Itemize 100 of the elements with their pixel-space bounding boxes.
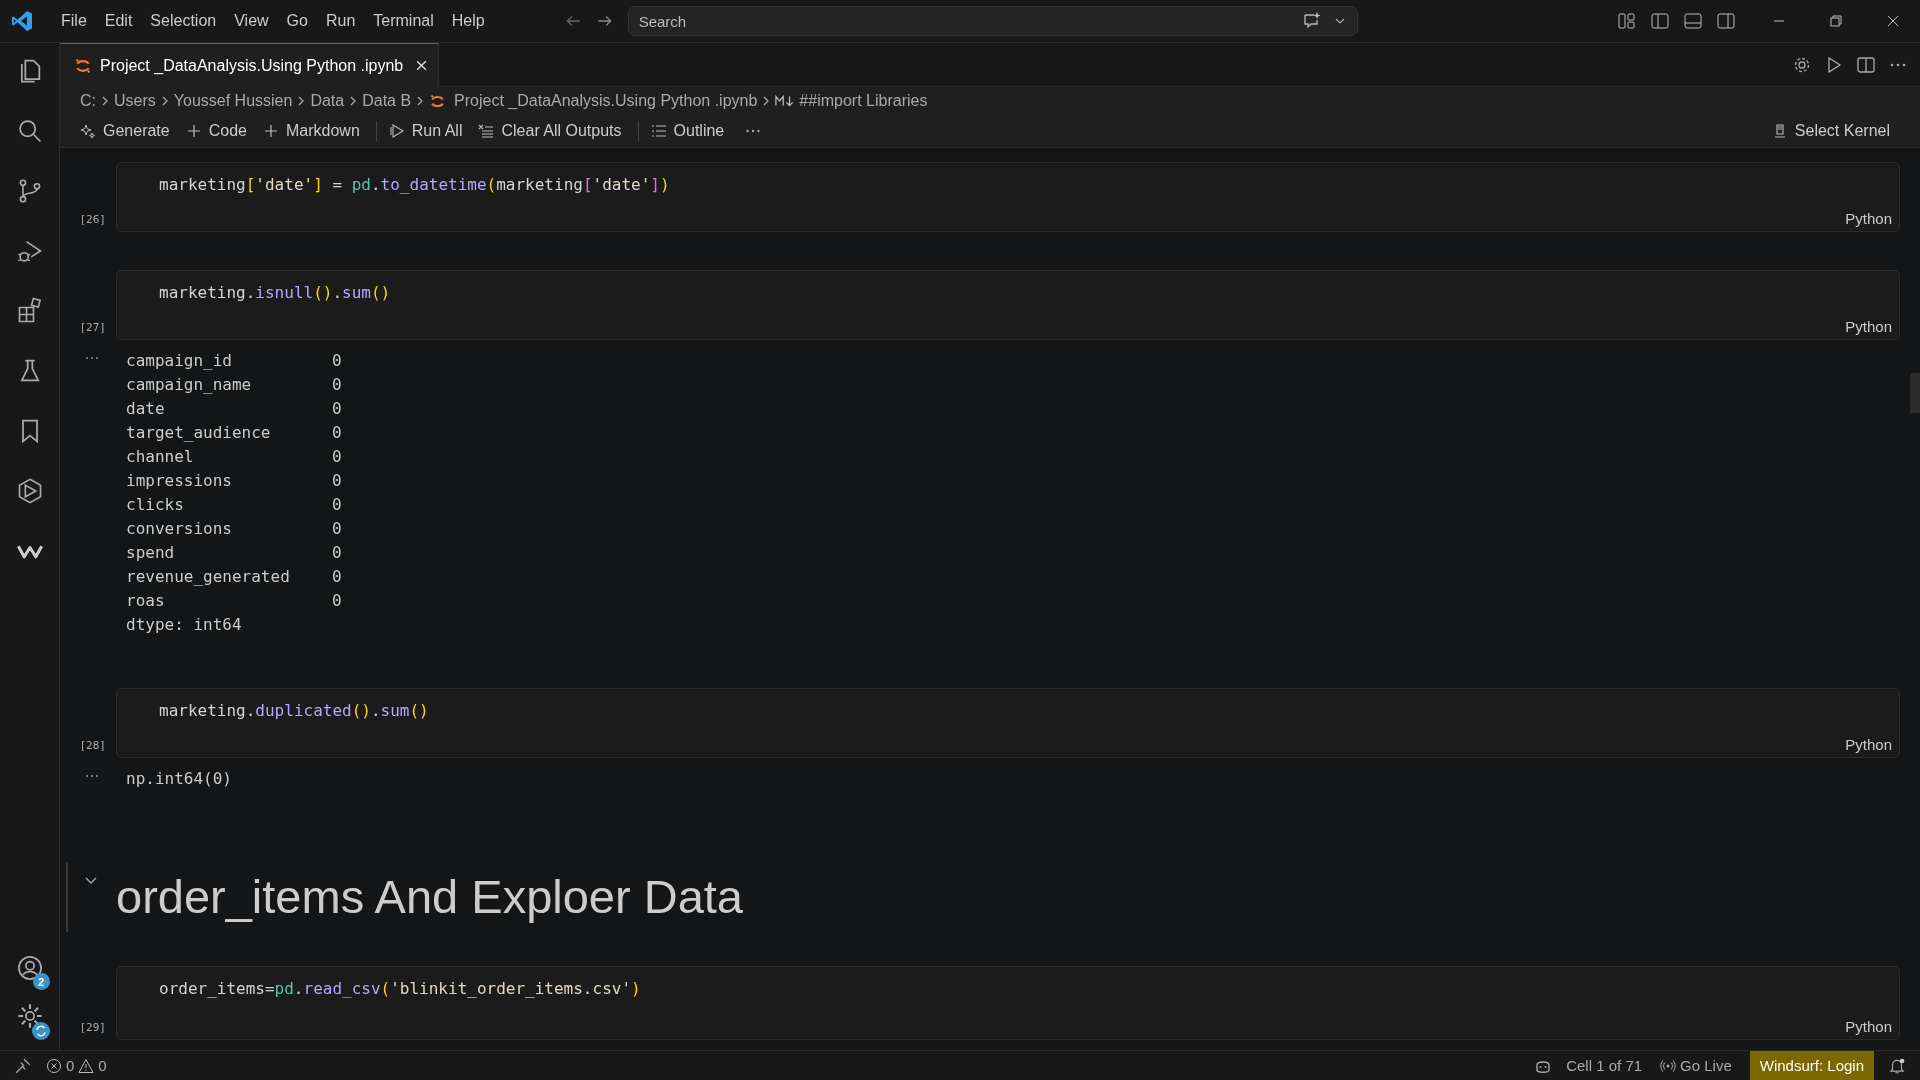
code-line: marketing.duplicated().sum() bbox=[159, 701, 429, 720]
editor-tab[interactable]: Project _DataAnalysis.Using Python .ipynb bbox=[60, 43, 440, 87]
secondary-sidebar-icon[interactable] bbox=[1716, 11, 1736, 31]
list-icon bbox=[650, 123, 667, 139]
toolbar-button[interactable]: Clear All Outputs bbox=[472, 120, 632, 142]
output-value: 0 bbox=[332, 542, 342, 562]
toolbar-button[interactable]: Outline bbox=[644, 120, 735, 142]
settings-icon[interactable] bbox=[15, 1002, 44, 1030]
sparkle-icon bbox=[80, 123, 96, 139]
menu-item[interactable]: Terminal bbox=[364, 8, 443, 34]
breadcrumb-item[interactable]: ##import Libraries bbox=[799, 92, 928, 110]
output-value: 0 bbox=[332, 590, 342, 610]
code-line: order_items=pd.read_csv('blinkit_order_items.csv') bbox=[159, 979, 641, 998]
breadcrumb-item[interactable]: Data B bbox=[362, 92, 412, 110]
clear-outputs-icon bbox=[478, 123, 495, 139]
close-icon[interactable] bbox=[1885, 13, 1901, 29]
warning-icon bbox=[78, 1057, 95, 1074]
scrollbar-thumb[interactable] bbox=[1910, 373, 1920, 413]
broadcast-icon bbox=[1660, 1057, 1677, 1074]
code-cell[interactable]: order_items=pd.read_csv('blinkit_order_items.csv') Python bbox=[116, 966, 1900, 1040]
problems-status[interactable]: 0 0 bbox=[46, 1057, 107, 1074]
breadcrumb-item[interactable]: Youssef Hussien bbox=[173, 92, 293, 110]
more-icon[interactable] bbox=[84, 774, 100, 778]
plus-icon bbox=[262, 123, 279, 139]
output-text: np.int64(0) bbox=[126, 768, 232, 788]
toolbar-button[interactable]: Markdown bbox=[256, 120, 370, 142]
breadcrumb-item[interactable]: Data bbox=[310, 92, 345, 110]
layout-icon[interactable] bbox=[1617, 11, 1637, 31]
menu-item[interactable]: Go bbox=[277, 8, 317, 34]
split-editor-icon[interactable] bbox=[1856, 54, 1876, 75]
menu-item[interactable]: Edit bbox=[95, 8, 142, 34]
language-label[interactable]: Python bbox=[1845, 736, 1892, 753]
markdown-heading: order_items And Exploer Data bbox=[116, 869, 743, 925]
breadcrumb-item[interactable]: Project _DataAnalysis.Using Python .ipynb bbox=[454, 92, 758, 110]
code-cell[interactable]: marketing.duplicated().sum() Python bbox=[116, 688, 1900, 758]
output-value: 0 bbox=[332, 374, 342, 394]
output-label: roas bbox=[126, 590, 166, 610]
notification-count: 2 bbox=[32, 973, 50, 990]
restore-icon[interactable] bbox=[1828, 13, 1844, 29]
output-label: target_audience bbox=[126, 422, 272, 442]
toolbar-button[interactable]: Code bbox=[179, 120, 257, 142]
menu-item[interactable]: Run bbox=[316, 8, 365, 34]
execution-count: [29] bbox=[79, 1021, 106, 1034]
output-label: impressions bbox=[126, 470, 233, 490]
execution-count: [28] bbox=[79, 739, 106, 752]
cell-position-status[interactable]: Cell 1 of 71 bbox=[1566, 1057, 1643, 1074]
language-label[interactable]: Python bbox=[1845, 318, 1892, 335]
chat-sparkle-icon[interactable] bbox=[1301, 11, 1322, 31]
output-value: 0 bbox=[332, 494, 342, 514]
output-value: 0 bbox=[332, 470, 342, 490]
vscode-logo-icon bbox=[10, 9, 34, 33]
markdown-icon bbox=[775, 94, 796, 108]
menu-item[interactable]: Selection bbox=[141, 8, 226, 34]
execution-count: [27] bbox=[79, 321, 106, 334]
code-cell[interactable]: marketing['date'] = pd.to_datetime(marketing['date']) Python bbox=[116, 162, 1900, 232]
close-icon[interactable] bbox=[415, 59, 429, 72]
output-label: channel bbox=[126, 446, 195, 466]
code-line: marketing['date'] = pd.to_datetime(marketing['date']) bbox=[159, 175, 670, 194]
output-value: 0 bbox=[332, 518, 342, 538]
output-label: campaign_id bbox=[126, 350, 233, 370]
toolbar-button[interactable]: Run All bbox=[382, 120, 473, 142]
menu-item[interactable]: View bbox=[225, 8, 278, 34]
output-value: 0 bbox=[332, 422, 342, 442]
tab-title: Project _DataAnalysis.Using Python .ipynb bbox=[100, 56, 404, 75]
breadcrumb-item[interactable]: C: bbox=[80, 92, 96, 110]
panel-toggle-icon[interactable] bbox=[1683, 11, 1703, 31]
menu-item[interactable]: File bbox=[52, 8, 96, 34]
output-value: 0 bbox=[332, 398, 342, 418]
output-label: spend bbox=[126, 542, 176, 562]
output-label: conversions bbox=[126, 518, 233, 538]
output-label: campaign_name bbox=[126, 374, 253, 394]
plus-icon bbox=[185, 123, 202, 139]
output-value: 0 bbox=[332, 446, 342, 466]
breadcrumb-item[interactable]: Users bbox=[114, 92, 156, 110]
code-line: marketing.isnull().sum() bbox=[159, 283, 391, 302]
output-value: 0 bbox=[332, 350, 342, 370]
search-field[interactable]: Search bbox=[627, 6, 1358, 36]
notification-bell-icon[interactable] bbox=[1888, 1056, 1906, 1075]
output-label: revenue_generated bbox=[126, 566, 291, 586]
language-label[interactable]: Python bbox=[1845, 210, 1892, 227]
output-value: 0 bbox=[332, 566, 342, 586]
language-label[interactable]: Python bbox=[1845, 1018, 1892, 1035]
remote-icon[interactable] bbox=[14, 1056, 32, 1075]
chevron-right-icon bbox=[100, 95, 110, 107]
sync-icon bbox=[31, 1022, 50, 1040]
chevron-down-icon[interactable] bbox=[84, 876, 98, 886]
output-label: clicks bbox=[126, 494, 185, 514]
go-live-button[interactable]: Go Live bbox=[1660, 1057, 1732, 1074]
more-icon[interactable] bbox=[84, 356, 100, 360]
select-kernel-button[interactable]: Select Kernel bbox=[1765, 120, 1900, 142]
code-cell[interactable]: marketing.isnull().sum() Python bbox=[116, 270, 1900, 340]
menu-item[interactable]: Help bbox=[442, 8, 494, 34]
error-icon bbox=[46, 1057, 62, 1074]
output-dtype: dtype: int64 bbox=[126, 614, 242, 634]
jupyter-icon bbox=[74, 56, 92, 75]
sidebar-toggle-icon[interactable] bbox=[1650, 11, 1670, 31]
run-all-icon bbox=[388, 123, 405, 139]
output-label: date bbox=[126, 398, 166, 418]
toolbar-button[interactable]: Generate bbox=[74, 120, 180, 142]
login-button[interactable]: Windsurf: Login bbox=[1749, 1051, 1874, 1080]
